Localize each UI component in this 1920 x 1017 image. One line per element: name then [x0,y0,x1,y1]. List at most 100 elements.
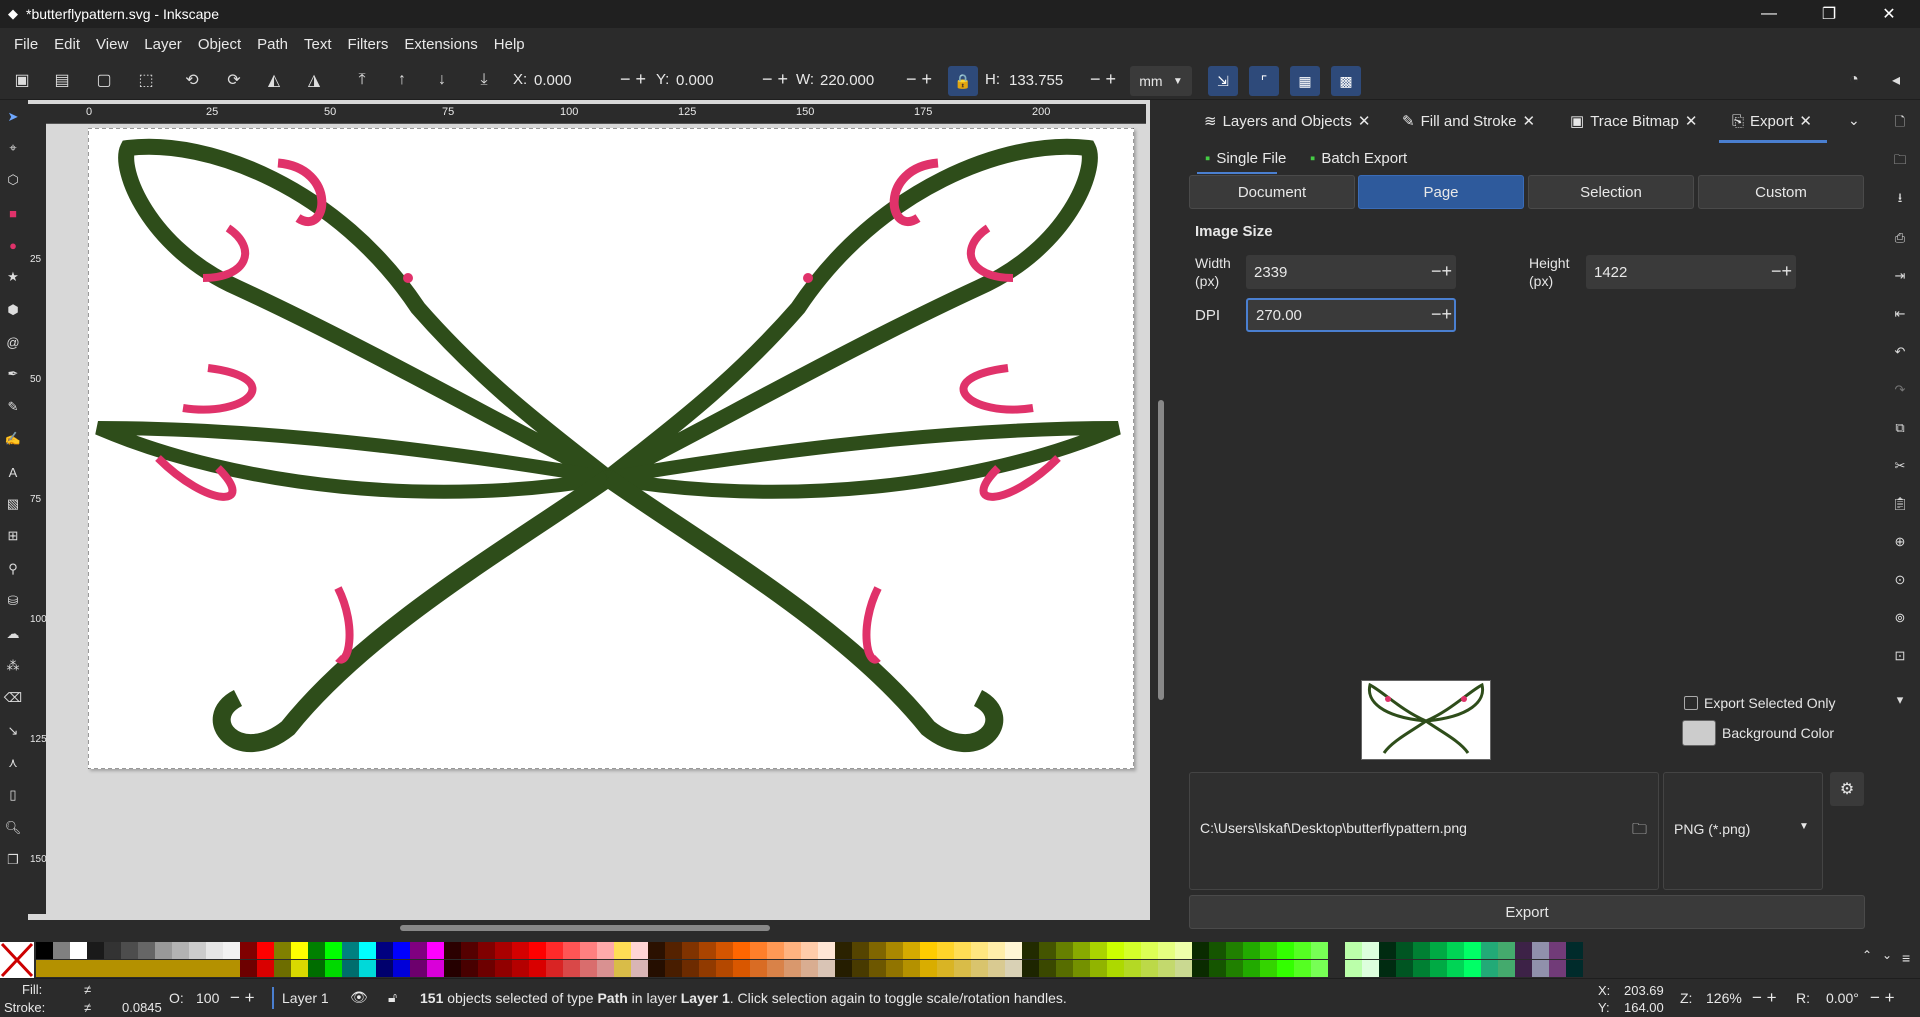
color-swatch[interactable] [1311,942,1328,959]
color-swatch[interactable] [1294,942,1311,959]
menu-layer[interactable]: Layer [136,36,190,53]
color-swatch[interactable] [461,960,478,977]
color-swatch[interactable] [1515,960,1532,977]
color-swatch[interactable] [376,942,393,959]
file-path-box[interactable]: C:\Users\lskaf\Desktop\butterflypattern.… [1189,772,1659,890]
collapse-icon[interactable]: ◂ [1884,68,1908,92]
color-swatch[interactable] [1005,942,1022,959]
select-all-layers-icon[interactable]: ▤ [50,68,74,92]
color-swatch[interactable] [648,942,665,959]
color-swatch[interactable] [1039,960,1056,977]
pages-list-icon[interactable]: ❐ [3,850,23,870]
color-swatch[interactable] [1175,960,1192,977]
color-swatch[interactable] [1413,942,1430,959]
color-swatch[interactable] [1175,942,1192,959]
color-swatch[interactable] [682,942,699,959]
color-swatch[interactable] [410,942,427,959]
color-swatch[interactable] [835,960,852,977]
color-swatch[interactable] [1107,942,1124,959]
color-swatch[interactable] [1192,960,1209,977]
color-swatch[interactable] [1311,960,1328,977]
color-swatch[interactable] [1277,942,1294,959]
color-swatch[interactable] [1260,942,1277,959]
color-swatch[interactable] [240,960,257,977]
color-swatch[interactable] [36,960,53,977]
color-swatch[interactable] [1226,960,1243,977]
visibility-icon[interactable]: 👁︎ [350,989,368,1006]
color-swatch[interactable] [1549,942,1566,959]
color-swatch[interactable] [325,960,342,977]
unit-select[interactable]: mm ▼ [1130,66,1192,96]
color-swatch[interactable] [1039,942,1056,959]
area-document-button[interactable]: Document [1189,175,1355,209]
close-icon[interactable]: ✕ [1799,112,1812,130]
color-swatch[interactable] [495,960,512,977]
color-swatch[interactable] [1073,942,1090,959]
color-swatch[interactable] [903,942,920,959]
color-swatch[interactable] [971,960,988,977]
color-swatch[interactable] [1124,960,1141,977]
color-swatch[interactable] [767,942,784,959]
zoom-tool-icon[interactable]: 🔍︎ [3,818,23,838]
color-swatch[interactable] [852,960,869,977]
color-swatch[interactable] [1192,942,1209,959]
color-swatch[interactable] [1379,942,1396,959]
color-swatch[interactable] [1243,942,1260,959]
pencil-tool-icon[interactable]: ✎ [3,397,23,417]
x-input[interactable] [530,67,620,93]
color-swatch[interactable] [1481,942,1498,959]
w-input[interactable] [816,67,906,93]
color-swatch[interactable] [87,942,104,959]
menu-filters[interactable]: Filters [340,36,397,53]
file-type-select[interactable]: PNG (*.png) ▼ [1663,772,1823,890]
color-swatch[interactable] [1566,960,1583,977]
color-swatch[interactable] [546,942,563,959]
scale-corners-button[interactable]: ⌜ [1249,66,1279,96]
dpi-input[interactable]: 270.00 [1246,298,1456,332]
color-swatch[interactable] [1090,960,1107,977]
color-swatch[interactable] [1226,942,1243,959]
butterfly-drawing[interactable] [87,127,1135,770]
y-input[interactable] [672,67,762,93]
color-swatch[interactable] [1498,942,1515,959]
color-swatch[interactable] [376,960,393,977]
color-swatch[interactable] [869,960,886,977]
color-swatch[interactable] [1345,942,1362,959]
color-swatch[interactable] [971,942,988,959]
color-swatch[interactable] [597,960,614,977]
export-button[interactable]: Export [1189,895,1865,929]
color-swatch[interactable] [580,960,597,977]
w-stepper[interactable]: − + [906,69,932,90]
color-swatch[interactable] [750,960,767,977]
rotate-ccw-icon[interactable]: ⟲ [180,68,204,92]
paste-icon[interactable]: 📋︎ [1890,494,1910,514]
color-swatch[interactable] [631,960,648,977]
copy-icon[interactable]: ⧉ [1890,418,1910,438]
color-swatch[interactable] [886,960,903,977]
color-swatch[interactable] [818,942,835,959]
maximize-button[interactable]: ❐ [1806,0,1852,28]
zoom-drawing-icon[interactable]: ⊙ [1890,570,1910,590]
color-swatch[interactable] [70,942,87,959]
gradient-tool-icon[interactable]: ▧ [3,494,23,514]
dpi-stepper[interactable]: −+ [1431,304,1452,325]
color-swatch[interactable] [1430,960,1447,977]
color-swatch[interactable] [1073,960,1090,977]
color-swatch[interactable] [1566,942,1583,959]
lower-icon[interactable]: ↓ [430,68,454,92]
zoom-stepper[interactable]: − + [1752,988,1777,1008]
color-swatch[interactable] [886,942,903,959]
tab-fill-stroke[interactable]: ✎ Fill and Stroke ✕ [1402,112,1535,131]
color-swatch[interactable] [138,942,155,959]
palette-menu-icon[interactable]: ⌄ [1882,948,1892,962]
color-swatch[interactable] [580,942,597,959]
snap-icon[interactable]: ◔ [1842,68,1866,92]
color-swatch[interactable] [614,960,631,977]
minimize-button[interactable]: — [1746,0,1792,28]
color-swatch[interactable] [308,942,325,959]
select-same-icon[interactable]: ⬚ [134,68,158,92]
import-icon[interactable]: ⇥ [1890,266,1910,286]
color-swatch[interactable] [1056,960,1073,977]
color-swatch[interactable] [36,942,53,959]
color-swatch[interactable] [427,942,444,959]
